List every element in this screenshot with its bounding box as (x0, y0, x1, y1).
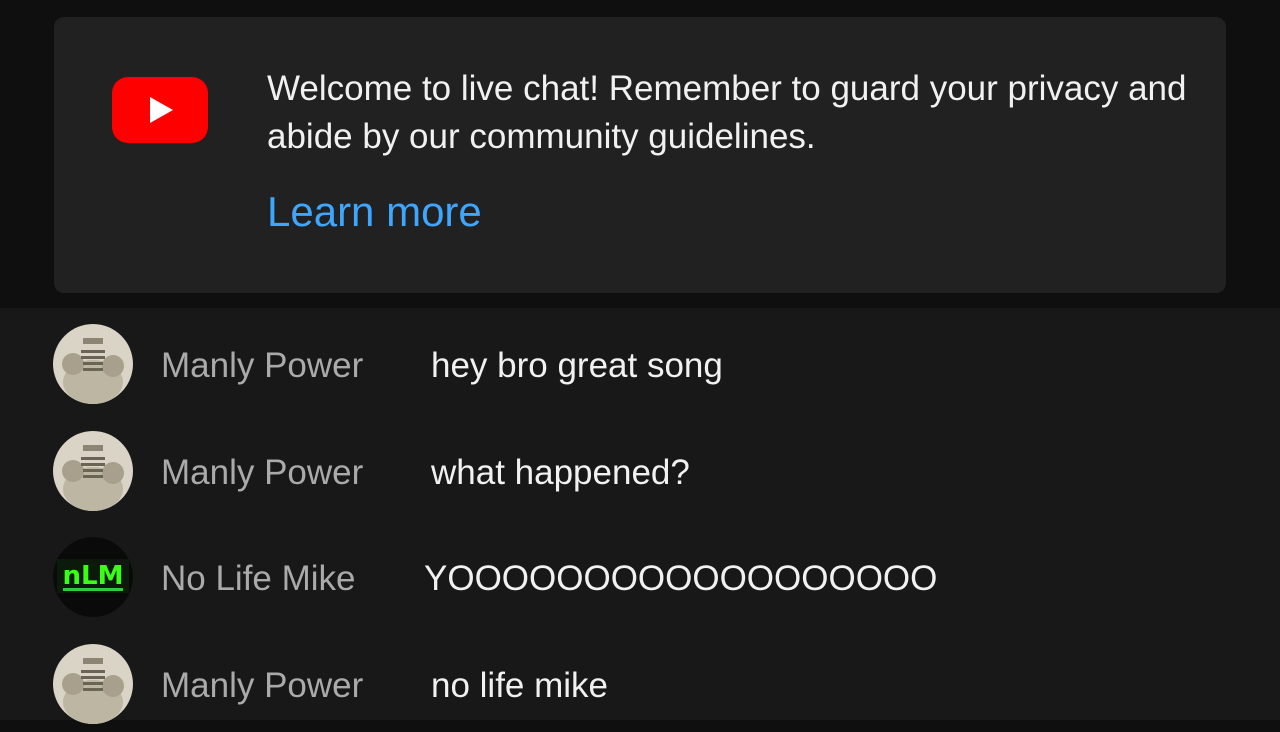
chat-message-list[interactable]: Manly Power hey bro great song Manly Pow… (0, 308, 1280, 724)
message-author[interactable]: Manly Power (161, 346, 363, 386)
chat-header-area: Welcome to live chat! Remember to guard … (0, 0, 1280, 308)
chat-message[interactable]: Manly Power hey bro great song (0, 312, 1280, 412)
message-author[interactable]: No Life Mike (161, 559, 356, 599)
chat-message[interactable]: Manly Power no life mike (0, 632, 1280, 732)
chat-message[interactable]: nLM No Life Mike YOOOOOOOOOOOOOOOOOO (0, 525, 1280, 625)
avatar-text: nLM (63, 561, 124, 591)
message-author[interactable]: Manly Power (161, 453, 363, 493)
no-life-mike-avatar[interactable]: nLM (53, 537, 133, 617)
message-text: no life mike (431, 666, 609, 705)
message-text: what happened? (431, 453, 690, 492)
learn-more-link[interactable]: Learn more (267, 186, 482, 238)
manly-power-avatar[interactable] (53, 324, 133, 404)
message-text: YOOOOOOOOOOOOOOOOOO (424, 559, 938, 598)
message-text: hey bro great song (431, 346, 723, 385)
welcome-message: Welcome to live chat! Remember to guard … (267, 69, 1187, 156)
manly-power-avatar[interactable] (53, 431, 133, 511)
welcome-banner: Welcome to live chat! Remember to guard … (54, 17, 1226, 293)
manly-power-avatar[interactable] (53, 644, 133, 724)
message-author[interactable]: Manly Power (161, 666, 363, 706)
chat-message[interactable]: Manly Power what happened? (0, 419, 1280, 519)
youtube-logo-icon (112, 77, 208, 143)
